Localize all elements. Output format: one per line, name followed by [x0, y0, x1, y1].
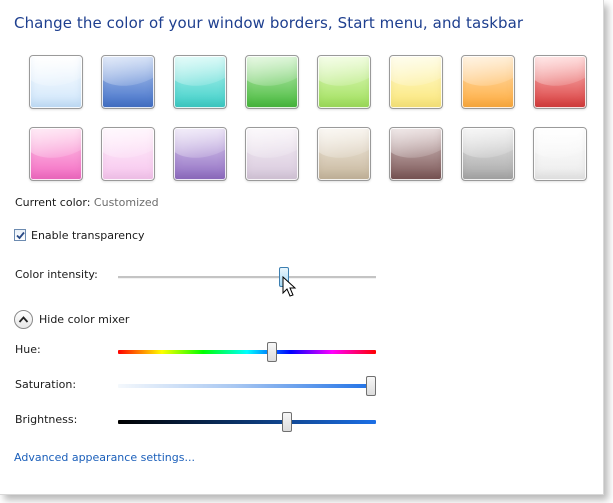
hue-label: Hue:	[15, 343, 41, 356]
color-swatch-slate[interactable]	[461, 127, 515, 181]
color-intensity-track[interactable]	[118, 276, 376, 279]
swatch-gloss	[534, 128, 586, 168]
swatch-gloss	[30, 56, 82, 96]
saturation-slider-thumb[interactable]	[366, 376, 376, 396]
saturation-label: Saturation:	[15, 378, 77, 391]
current-color-label: Current color:	[15, 196, 91, 209]
color-swatch-frost[interactable]	[533, 127, 587, 181]
enable-transparency-label: Enable transparency	[31, 229, 145, 242]
hue-slider-thumb[interactable]	[266, 342, 277, 362]
current-color-line: Current color: Customized	[15, 196, 159, 209]
brightness-slider-thumb[interactable]	[281, 412, 292, 432]
color-swatch-leaf[interactable]	[245, 55, 299, 109]
color-swatch-taupe[interactable]	[317, 127, 371, 181]
swatch-gloss	[246, 56, 298, 96]
swatch-gloss	[534, 56, 586, 96]
swatch-gloss	[246, 128, 298, 168]
advanced-appearance-settings-link[interactable]: Advanced appearance settings...	[14, 451, 195, 464]
checkmark-icon	[16, 231, 25, 240]
saturation-track[interactable]	[118, 384, 376, 388]
swatch-gloss	[30, 128, 82, 168]
enable-transparency-checkbox[interactable]	[14, 229, 26, 241]
color-swatch-lime[interactable]	[317, 55, 371, 109]
color-swatch-fuchsia[interactable]	[29, 127, 83, 181]
swatch-gloss	[102, 56, 154, 96]
swatch-gloss	[318, 128, 370, 168]
current-color-value: Customized	[93, 196, 159, 209]
chevron-up-icon	[18, 316, 29, 323]
swatch-gloss	[174, 128, 226, 168]
color-swatch-chocolate[interactable]	[389, 127, 443, 181]
hue-track[interactable]	[118, 350, 376, 354]
swatch-gloss	[102, 128, 154, 168]
color-settings-panel: Change the color of your window borders,…	[0, 0, 604, 495]
color-swatch-ruby[interactable]	[533, 55, 587, 109]
brightness-label: Brightness:	[15, 413, 78, 426]
color-intensity-label: Color intensity:	[15, 268, 98, 281]
color-swatch-twilight[interactable]	[101, 55, 155, 109]
swatch-gloss	[390, 128, 442, 168]
mouse-pointer-icon	[282, 276, 297, 297]
hide-color-mixer-label[interactable]: Hide color mixer	[39, 313, 129, 326]
color-swatch-lavender[interactable]	[245, 127, 299, 181]
brightness-track[interactable]	[118, 420, 376, 424]
color-swatch-blush[interactable]	[101, 127, 155, 181]
page-title: Change the color of your window borders,…	[14, 14, 524, 32]
color-swatch-sky[interactable]	[29, 55, 83, 109]
swatch-gloss	[174, 56, 226, 96]
swatch-gloss	[390, 56, 442, 96]
color-swatch-violet[interactable]	[173, 127, 227, 181]
color-swatch-lemon[interactable]	[389, 55, 443, 109]
swatch-gloss	[462, 128, 514, 168]
hide-color-mixer-button[interactable]	[14, 310, 33, 329]
swatch-gloss	[318, 56, 370, 96]
color-swatch-pumpkin[interactable]	[461, 55, 515, 109]
swatch-gloss	[462, 56, 514, 96]
color-swatch-sea[interactable]	[173, 55, 227, 109]
